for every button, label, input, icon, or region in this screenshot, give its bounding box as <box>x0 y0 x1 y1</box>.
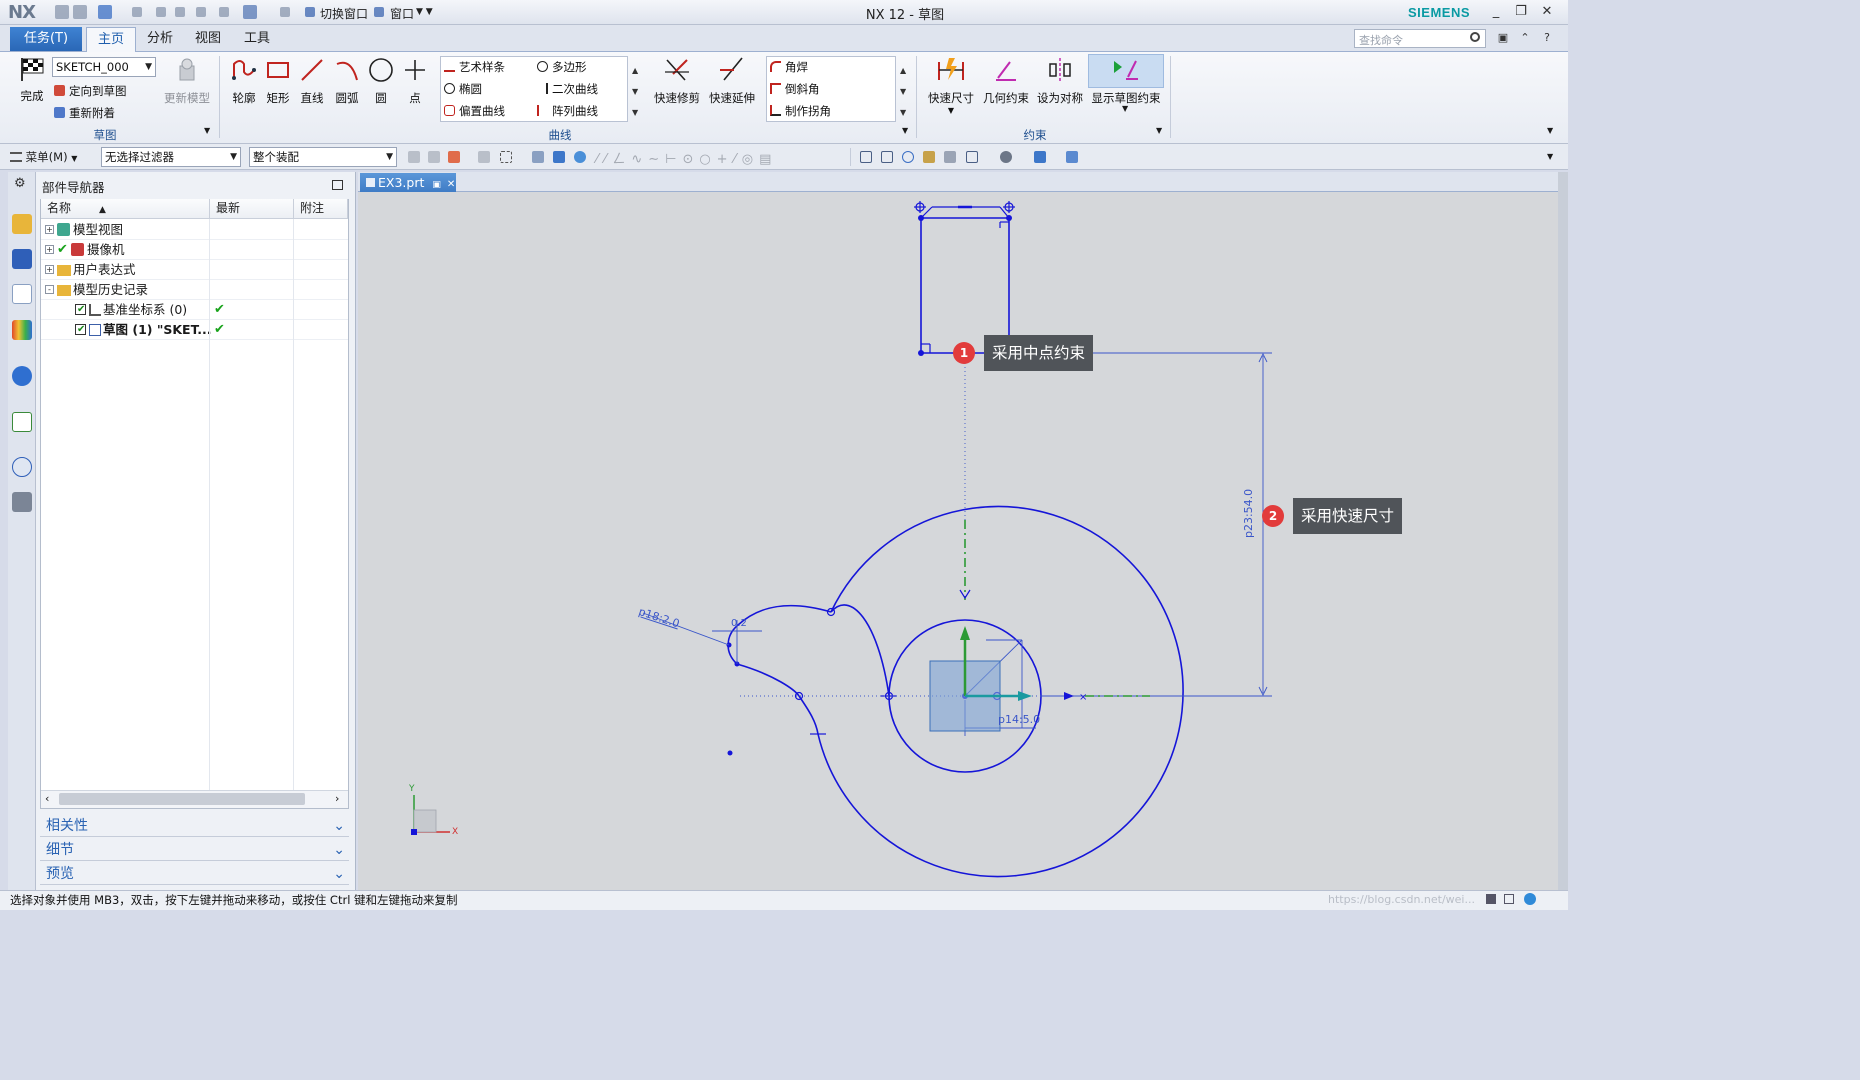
status-tray-icon[interactable] <box>1504 894 1514 904</box>
rect-corner-point[interactable] <box>918 350 924 356</box>
rect-corner-point[interactable] <box>918 215 924 221</box>
triad-x-label: X <box>452 827 459 837</box>
dimension-label-p14[interactable]: p14:5.0 <box>998 713 1040 726</box>
triad-plane <box>413 809 437 833</box>
direction-arrow-icon <box>1064 692 1074 700</box>
lower-blend-arc[interactable] <box>798 695 819 735</box>
datum-y-arrow-icon <box>960 626 970 640</box>
watermark-text: https://blog.csdn.net/wei... <box>1328 893 1475 906</box>
lobe-top-arc[interactable] <box>727 604 832 665</box>
triad-y-label: Y <box>409 784 415 794</box>
status-prompt-text: 选择对象并使用 MB3，双击，按下左键并拖动来移动，或按住 Ctrl 键和左键拖… <box>10 893 458 907</box>
triad-origin <box>411 829 417 835</box>
outer-arc[interactable] <box>817 505 1184 878</box>
callout-badge-1: 1 <box>953 342 975 364</box>
rect-corner-point[interactable] <box>1006 215 1012 221</box>
dimension-label-p23[interactable]: p23:54.0 <box>1242 478 1255 538</box>
status-tray-icon[interactable] <box>1486 894 1496 904</box>
callout-badge-2: 2 <box>1262 505 1284 527</box>
x-marker: × <box>1079 692 1087 703</box>
dimension-label-small[interactable]: 0.2 <box>731 618 747 629</box>
nx-window: NX 切换窗口 窗口 ▼ ▼ NX 12 - 草图 SIEMENS _ ❐ ✕ … <box>0 0 1568 910</box>
callout-midpoint-constraint: 采用中点约束 <box>984 335 1094 371</box>
datum-x-arrow-icon <box>1018 691 1032 701</box>
status-tray-icon[interactable] <box>1524 893 1536 905</box>
upper-blend-arc[interactable] <box>830 604 890 697</box>
lobe-bottom-arc[interactable] <box>736 663 800 697</box>
sketch-point[interactable] <box>727 750 733 756</box>
callout-rapid-dimension: 采用快速尺寸 <box>1293 498 1403 534</box>
sketch-geometry[interactable]: × <box>0 0 1568 910</box>
